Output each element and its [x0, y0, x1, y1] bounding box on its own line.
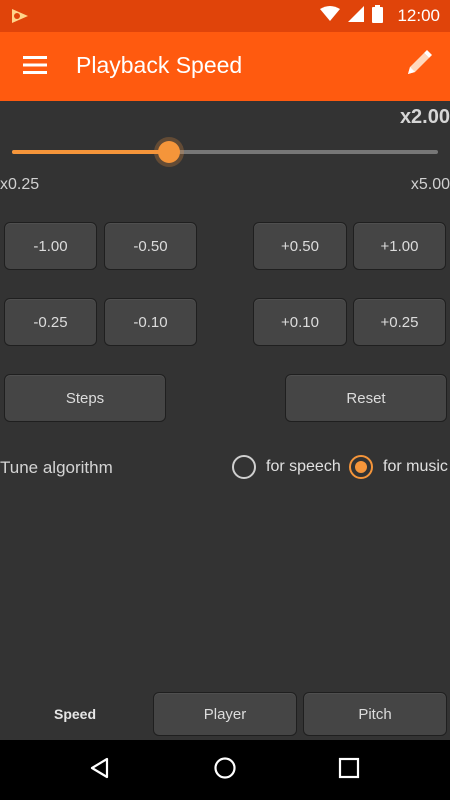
radio-button-speech[interactable] [232, 455, 256, 479]
radio-option-speech[interactable]: for speech [232, 455, 341, 479]
radio-label-music: for music [383, 458, 448, 475]
tab-pitch[interactable]: Pitch [303, 692, 447, 736]
increase-0-10-button[interactable]: +0.10 [253, 298, 347, 346]
battery-icon [372, 4, 384, 28]
slider-fill [12, 150, 169, 154]
decrease-0-50-button[interactable]: -0.50 [104, 222, 197, 270]
current-speed-value: x2.00 [399, 106, 450, 128]
decrease-0-25-button[interactable]: -0.25 [4, 298, 97, 346]
decrease-1-00-button[interactable]: -1.00 [4, 222, 97, 270]
edit-button[interactable] [396, 44, 440, 88]
cell-signal-icon [348, 5, 365, 27]
page-title: Playback Speed [76, 52, 243, 78]
increase-0-25-button[interactable]: +0.25 [353, 298, 446, 346]
speed-slider[interactable] [12, 140, 438, 164]
status-clock: 12:00 [397, 6, 440, 25]
increase-1-00-button[interactable]: +1.00 [353, 222, 446, 270]
slider-min-label: x0.25 [0, 176, 40, 193]
decrease-0-10-button[interactable]: -0.10 [104, 298, 197, 346]
radio-option-music[interactable]: for music [349, 455, 448, 479]
menu-button[interactable] [14, 46, 56, 88]
radio-button-music[interactable] [349, 455, 373, 479]
reset-button[interactable]: Reset [285, 374, 447, 422]
navigation-bar [0, 740, 450, 800]
nav-home-icon [213, 756, 237, 785]
nav-recents-icon [338, 757, 360, 784]
radio-label-speech: for speech [266, 458, 341, 475]
nav-recents-button[interactable] [329, 752, 369, 788]
slider-thumb[interactable] [157, 141, 180, 163]
app-notification-icon [10, 7, 30, 30]
nav-back-icon [88, 756, 112, 785]
wifi-icon [320, 5, 341, 27]
tune-algorithm-label: Tune algorithm [0, 458, 113, 477]
nav-back-button[interactable] [80, 752, 120, 788]
nav-home-button[interactable] [205, 752, 245, 788]
pencil-icon [402, 48, 434, 85]
slider-max-label: x5.00 [410, 176, 450, 193]
status-bar: 12:00 [0, 0, 450, 32]
tab-speed[interactable]: Speed [4, 692, 146, 736]
steps-button[interactable]: Steps [4, 374, 166, 422]
hamburger-menu-icon [23, 55, 47, 79]
increase-0-50-button[interactable]: +0.50 [253, 222, 347, 270]
app-bar: Playback Speed [0, 32, 450, 101]
tab-player[interactable]: Player [153, 692, 297, 736]
